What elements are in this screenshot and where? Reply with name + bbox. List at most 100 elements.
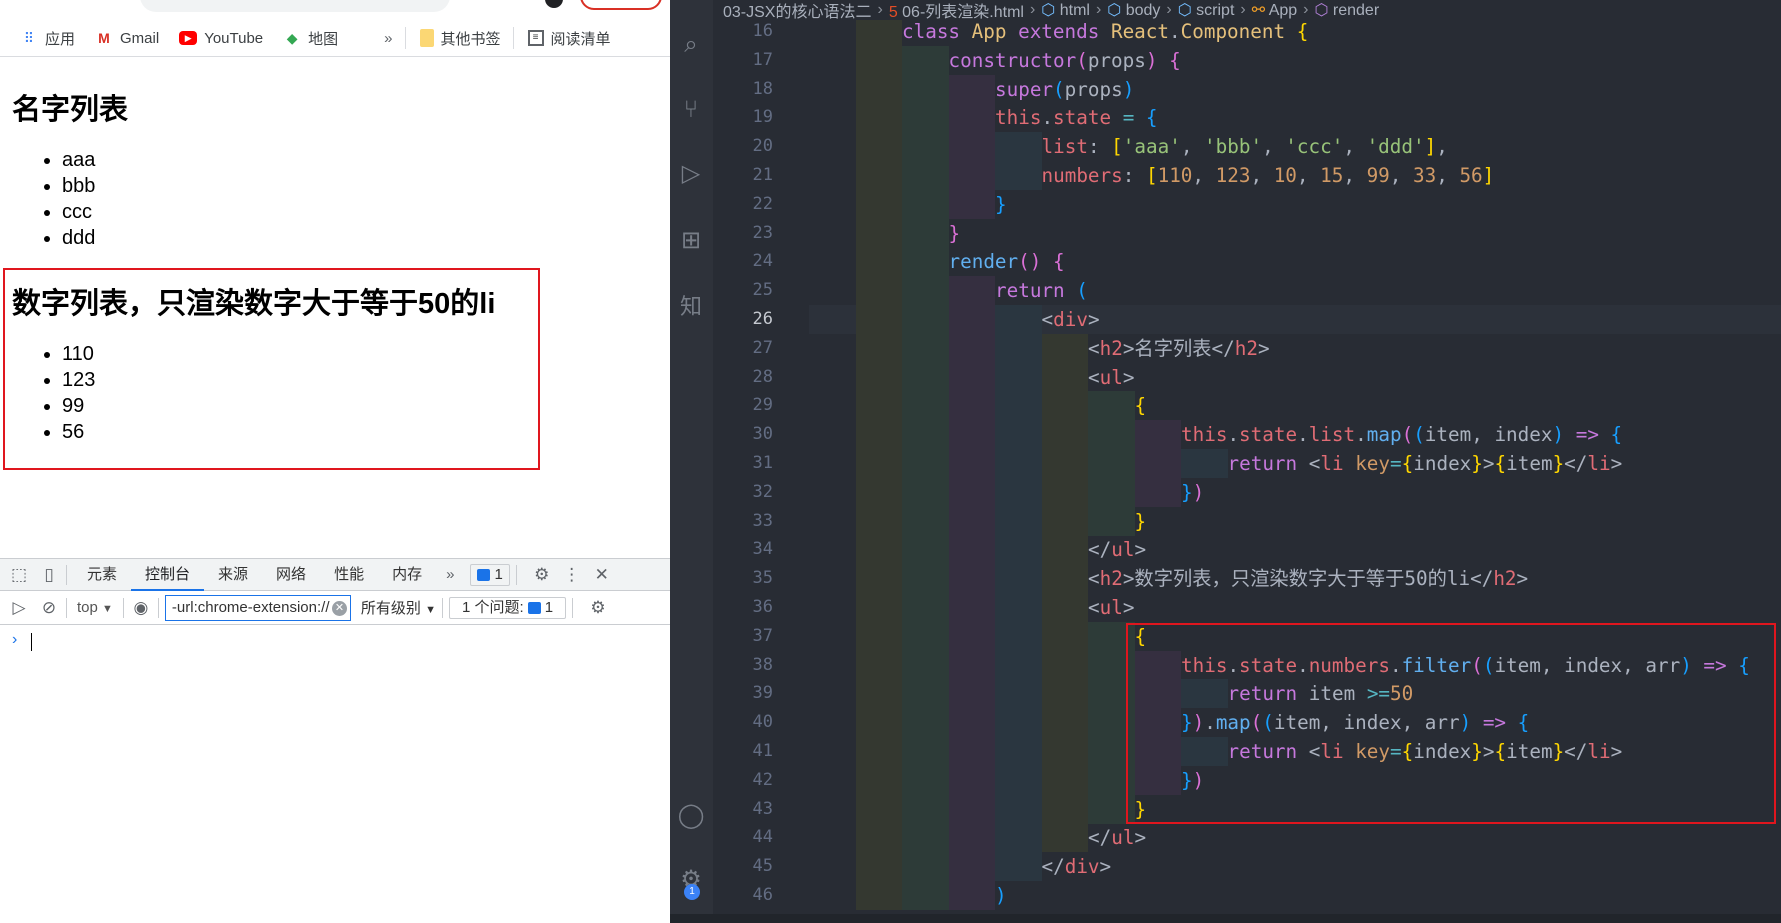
line-number: 37 (752, 625, 773, 646)
code-token: class (902, 20, 972, 43)
list-item: aaa (62, 147, 95, 173)
code-line[interactable]: list: ['aaa', 'bbb', 'ccc', 'ddd'], (809, 132, 1781, 162)
code-line[interactable]: return <li key={index}>{item}</li> (809, 449, 1781, 478)
knowledge-icon[interactable]: 知 (676, 292, 706, 322)
more-tabs-button[interactable]: » (446, 566, 454, 583)
code-line[interactable]: constructor(props) { (809, 45, 1781, 75)
youtube-icon: ▶ (179, 31, 198, 45)
reading-list[interactable]: ≡ 阅读清单 (527, 28, 611, 49)
code-token: constructor (948, 48, 1077, 72)
indent-guide (1181, 449, 1228, 478)
code-token: , (1192, 164, 1216, 187)
indent-guide (1088, 420, 1135, 450)
code-line[interactable]: super(props) (809, 74, 1781, 104)
code-line[interactable]: ) (809, 881, 1781, 910)
bookmark-apps[interactable]: ⠿ 应用 (20, 28, 75, 49)
code-line[interactable]: </ul> (809, 823, 1781, 853)
indent-guide (855, 881, 902, 910)
code-token: < (1308, 452, 1321, 475)
tab-performance[interactable]: 性能 (320, 559, 378, 591)
code-line[interactable]: numbers: [110, 123, 10, 15, 99, 33, 56] (809, 161, 1781, 190)
indent-guide (809, 478, 856, 507)
code-line[interactable]: <h2>数字列表，只渲染数字大于等于50的li</h2> (809, 564, 1781, 594)
breadcrumb-item[interactable]: ⬡ render (1314, 0, 1379, 20)
breadcrumb-item[interactable]: ⬡ script (1178, 0, 1235, 20)
code-line[interactable]: { (809, 391, 1781, 421)
extensions-icon[interactable]: ⊞ (676, 226, 706, 256)
tab-elements[interactable]: 元素 (73, 559, 131, 591)
code-line[interactable]: </ul> (809, 535, 1781, 565)
search-icon[interactable]: ⌕ (676, 30, 706, 60)
address-bar[interactable] (140, 0, 450, 12)
more-options-icon[interactable]: ⋮ (561, 564, 583, 586)
bookmark-youtube[interactable]: ▶ YouTube (179, 30, 263, 47)
code-token: item, index (1424, 423, 1553, 447)
code-line[interactable]: <ul> (809, 593, 1781, 622)
code-line[interactable]: this.state.list.map((item, index) => { (809, 420, 1781, 450)
code-line[interactable]: } (809, 189, 1781, 219)
code-line[interactable]: </div> (809, 852, 1781, 882)
breadcrumb-item[interactable]: ⬡ body (1107, 0, 1160, 20)
breadcrumb-item[interactable]: ⚯ App (1252, 0, 1297, 20)
bookmark-gmail[interactable]: M Gmail (95, 29, 159, 47)
log-levels-select[interactable]: 所有级别 ▼ (361, 597, 436, 618)
code-line[interactable]: <h2>名字列表</h2> (809, 333, 1781, 363)
code-line[interactable]: } (809, 506, 1781, 536)
inspect-element-icon[interactable]: ⬚ (8, 564, 30, 586)
context-select[interactable]: top ▼ (73, 599, 117, 616)
console-input[interactable] (31, 633, 32, 651)
tab-network[interactable]: 网络 (262, 559, 320, 591)
breadcrumb-label: 06-列表渲染.html (902, 4, 1024, 21)
tab-sources[interactable]: 来源 (204, 559, 262, 591)
tab-console[interactable]: 控制台 (131, 559, 205, 591)
clear-filter-icon[interactable]: ✕ (331, 600, 347, 616)
breadcrumb-item[interactable]: 5 06-列表渲染.html (889, 0, 1024, 22)
run-debug-icon[interactable]: ▷ (676, 159, 706, 189)
device-toolbar-icon[interactable]: ▯ (38, 564, 60, 586)
indent-guide (809, 881, 856, 910)
profile-avatar[interactable] (545, 0, 563, 8)
indent-guide (809, 190, 856, 219)
method-icon: ⬡ (1314, 2, 1333, 19)
code-line[interactable]: <div> (809, 305, 1781, 334)
update-button[interactable] (580, 0, 662, 10)
clear-console-icon[interactable]: ⊘ (38, 597, 60, 619)
chevron-right-icon: › (1095, 1, 1102, 18)
source-control-icon[interactable]: ⑂ (676, 95, 706, 125)
issues-badge-count: 1 (494, 565, 503, 583)
indent-guide (948, 794, 995, 824)
issues-button[interactable]: 1 个问题: 1 (449, 596, 567, 619)
code-token: </ (1041, 855, 1065, 879)
console-filter-input[interactable]: -url:chrome-extension://✕ (164, 594, 351, 621)
accounts-icon[interactable]: ◯ (676, 801, 706, 831)
line-number: 32 (752, 481, 773, 502)
code-token: . (1227, 423, 1240, 447)
tab-memory[interactable]: 内存 (378, 559, 436, 591)
code-line[interactable]: } (809, 218, 1781, 248)
sidebar-toggle-icon[interactable]: ▷ (8, 597, 30, 619)
breadcrumb-item[interactable]: ⬡ html (1041, 0, 1090, 20)
console-settings-icon[interactable]: ⚙ (587, 597, 609, 619)
code-token: state (1053, 106, 1123, 130)
indent-guide (995, 823, 1042, 853)
code-line[interactable]: render() { (809, 247, 1781, 277)
code-token: 99 (1366, 164, 1390, 187)
issues-badge[interactable]: 1 (470, 563, 510, 586)
code-line[interactable]: return ( (809, 276, 1781, 306)
other-bookmarks[interactable]: 其他书签 (419, 28, 501, 49)
code-line[interactable]: this.state = { (809, 103, 1781, 133)
indent-guide (948, 852, 995, 882)
code-token: , (1436, 164, 1460, 187)
bookmark-maps[interactable]: ◆ 地图 (283, 28, 338, 49)
indent-guide (855, 305, 902, 334)
code-token: h2 (1099, 567, 1123, 591)
settings-gear-icon[interactable]: ⚙ (531, 564, 553, 586)
close-icon[interactable]: ✕ (591, 564, 613, 586)
eye-icon[interactable]: ◉ (130, 597, 152, 619)
bookmarks-more-button[interactable]: » (384, 30, 392, 47)
indent-guide (948, 593, 995, 622)
breadcrumb-item[interactable]: 03-JSX的核心语法二 (723, 0, 871, 22)
code-line[interactable]: }) (809, 477, 1781, 507)
numbers-heading: 数字列表，只渲染数字大于等于50的li (12, 288, 496, 320)
code-line[interactable]: <ul> (809, 362, 1781, 392)
